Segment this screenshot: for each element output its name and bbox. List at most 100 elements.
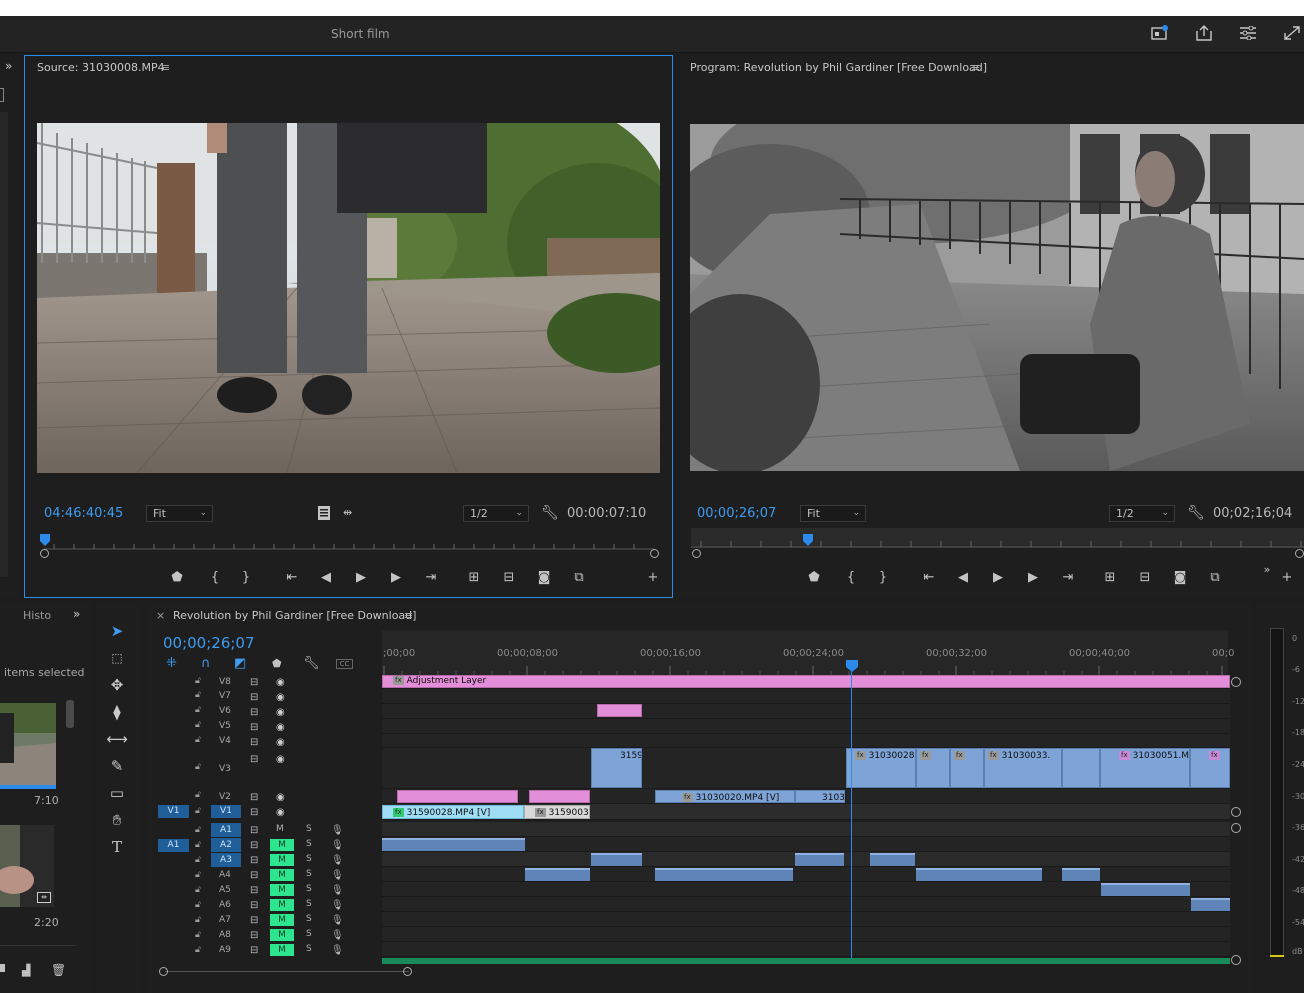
- workspaces-icon[interactable]: [1239, 26, 1257, 40]
- source-monitor-title[interactable]: Source: 31030008.MP4: [37, 61, 165, 74]
- hand-tool-icon[interactable]: ✋︎: [105, 809, 129, 831]
- timeline-menu-icon[interactable]: ≡: [404, 609, 413, 622]
- a6-audio-clip[interactable]: [1191, 898, 1230, 911]
- track-target-v1[interactable]: V1: [211, 805, 241, 818]
- audio-vertical-scroll-handle[interactable]: [1231, 823, 1241, 833]
- lock-icon[interactable]: 🔓︎: [195, 705, 201, 715]
- mark-out-icon[interactable]: }: [235, 570, 257, 586]
- bin-thumbnail-1[interactable]: [0, 703, 56, 785]
- program-playhead-timecode[interactable]: 00;00;26;07: [697, 506, 776, 521]
- program-go-to-in-icon[interactable]: ⇤: [918, 570, 940, 586]
- mute-button-a8[interactable]: M: [270, 929, 294, 941]
- expand-panels-icon[interactable]: »: [5, 59, 12, 73]
- selection-tool-icon[interactable]: ➤: [105, 620, 129, 642]
- source-playhead-timecode[interactable]: 04:46:40:45: [44, 506, 123, 521]
- a5-audio-clip[interactable]: [1101, 883, 1190, 896]
- step-back-icon[interactable]: ◀︎: [315, 570, 337, 586]
- lock-icon[interactable]: 🔓︎: [195, 806, 201, 816]
- source-resolution-select[interactable]: 1/2 ⌄: [463, 505, 529, 522]
- zoom-end-handle[interactable]: [403, 967, 412, 976]
- v6-clip[interactable]: [597, 704, 642, 717]
- program-add-button-icon[interactable]: +: [1276, 570, 1298, 586]
- horizontal-zoom-bar[interactable]: [165, 971, 409, 972]
- v3-clip-2[interactable]: fx 31030028: [846, 748, 916, 788]
- add-button-icon[interactable]: +: [642, 570, 664, 586]
- mute-button-a6[interactable]: M: [270, 899, 294, 911]
- timeline-timecode[interactable]: 00;00;26;07: [163, 634, 255, 652]
- voiceover-mic-icons[interactable]: 🎙︎ 🎙︎ 🎙︎ 🎙︎ 🎙︎ 🎙︎ 🎙︎ 🎙︎ 🎙︎: [331, 823, 344, 958]
- slip-tool-icon[interactable]: ⟷: [105, 728, 129, 750]
- track-area-v5[interactable]: [382, 719, 1230, 734]
- mark-in-icon[interactable]: {: [204, 570, 226, 586]
- source-menu-icon[interactable]: ≡: [161, 61, 170, 74]
- v2-pink-clips[interactable]: [397, 790, 518, 803]
- sync-lock-icon[interactable]: ⊟ ⊟: [250, 790, 258, 820]
- vertical-scroll-handle[interactable]: [1231, 807, 1241, 817]
- trash-icon[interactable]: 🗑︎: [51, 963, 66, 977]
- v2-pink-clips-2[interactable]: [529, 790, 590, 803]
- solo-button-a7[interactable]: S: [306, 914, 312, 924]
- insert-icon[interactable]: ⊞: [463, 570, 485, 586]
- source-settings-wrench-icon[interactable]: 🔧︎: [541, 505, 559, 521]
- adjustment-layer-clip[interactable]: fx Adjustment Layer: [382, 675, 1230, 688]
- bin-more-tabs-icon[interactable]: »: [73, 607, 80, 621]
- lift-icon[interactable]: ⊞: [1099, 570, 1121, 586]
- v3-clip-7[interactable]: fx 31030051.M: [1100, 748, 1190, 788]
- comparison-view-icon[interactable]: ⧉: [1204, 570, 1226, 586]
- timeline-playhead[interactable]: [846, 660, 858, 672]
- source-fit-select[interactable]: Fit ⌄: [146, 505, 213, 522]
- program-more-controls-icon[interactable]: »: [1256, 562, 1278, 578]
- program-add-marker-icon[interactable]: ⬟: [803, 570, 825, 586]
- bin-scrollbar[interactable]: [66, 700, 74, 728]
- a3-audio-clip-1[interactable]: [591, 853, 642, 866]
- mute-button-a5[interactable]: M: [270, 884, 294, 896]
- export-frame-icon[interactable]: ◙: [533, 570, 555, 586]
- lock-icon[interactable]: 🔓︎: [195, 790, 201, 800]
- track-area-a6[interactable]: [382, 897, 1230, 912]
- bin-new-bin-icon[interactable]: [0, 964, 5, 972]
- v3-clip-5[interactable]: fx 31030033.: [984, 748, 1062, 788]
- go-to-out-icon[interactable]: ⇥: [420, 570, 442, 586]
- extract-icon[interactable]: ⊟: [1134, 570, 1156, 586]
- button-editor-icon[interactable]: ⧉: [568, 570, 590, 586]
- type-tool-icon[interactable]: T: [105, 836, 129, 858]
- track-select-tool-icon[interactable]: ⬚: [105, 647, 129, 669]
- step-forward-icon[interactable]: ▶︎: [385, 570, 407, 586]
- track-area-a8[interactable]: [382, 927, 1230, 942]
- program-zoom-start-handle[interactable]: [692, 549, 701, 558]
- program-mark-out-icon[interactable]: }: [872, 570, 894, 586]
- program-mark-in-icon[interactable]: {: [840, 570, 862, 586]
- program-play-icon[interactable]: ▶︎: [987, 570, 1009, 586]
- razor-tool-icon[interactable]: ⧫: [105, 701, 129, 723]
- insert-overlay-icon[interactable]: [318, 506, 330, 520]
- overwrite-icon[interactable]: ⊟: [498, 570, 520, 586]
- program-monitor-title[interactable]: Program: Revolution by Phil Gardiner [Fr…: [690, 61, 987, 74]
- a2-audio-clip[interactable]: [382, 838, 525, 851]
- pen-tool-icon[interactable]: ✎: [105, 755, 129, 777]
- v2-clip-31030020[interactable]: fx 31030020.MP4 [V]: [655, 790, 795, 803]
- timeline-marker-icon[interactable]: ⬟: [272, 657, 282, 670]
- timeline-sequence-tab[interactable]: Revolution by Phil Gardiner [Free Downlo…: [173, 609, 416, 622]
- solo-button-a9[interactable]: S: [306, 944, 312, 954]
- v3-clip-6[interactable]: [1062, 748, 1100, 788]
- solo-button-a8[interactable]: S: [306, 929, 312, 939]
- track-area-v6[interactable]: [382, 704, 1230, 719]
- audio-sync-lock-icons[interactable]: ⊟ ⊟ ⊟ ⊟ ⊟ ⊟ ⊟ ⊟ ⊟: [250, 823, 258, 958]
- vertical-scroll-handle[interactable]: [1231, 677, 1241, 687]
- program-playhead[interactable]: [803, 534, 813, 546]
- track-area-a1[interactable]: [382, 822, 1230, 837]
- mute-button-a2[interactable]: M: [270, 839, 294, 851]
- new-item-icon[interactable]: ▟: [22, 964, 30, 977]
- solo-button-a1[interactable]: S: [306, 824, 312, 834]
- source-patch-a1[interactable]: A1: [158, 839, 189, 852]
- v3-clip-8[interactable]: fx: [1190, 748, 1230, 788]
- track-area-a4[interactable]: [382, 867, 1230, 882]
- quick-export-icon[interactable]: [1151, 25, 1169, 41]
- program-settings-wrench-icon[interactable]: 🔧︎: [1187, 505, 1205, 521]
- eye-icon[interactable]: ◉ ◉ ◉ ◉ ◉: [276, 675, 285, 750]
- solo-button-a2[interactable]: S: [306, 839, 312, 849]
- sync-lock-icon[interactable]: ⊟ ⊟ ⊟ ⊟ ⊟: [250, 675, 258, 750]
- lock-icon[interactable]: 🔓︎: [195, 676, 201, 686]
- source-time-ruler[interactable]: [44, 538, 654, 550]
- v1-clip-3159003[interactable]: fx 3159003: [524, 805, 590, 819]
